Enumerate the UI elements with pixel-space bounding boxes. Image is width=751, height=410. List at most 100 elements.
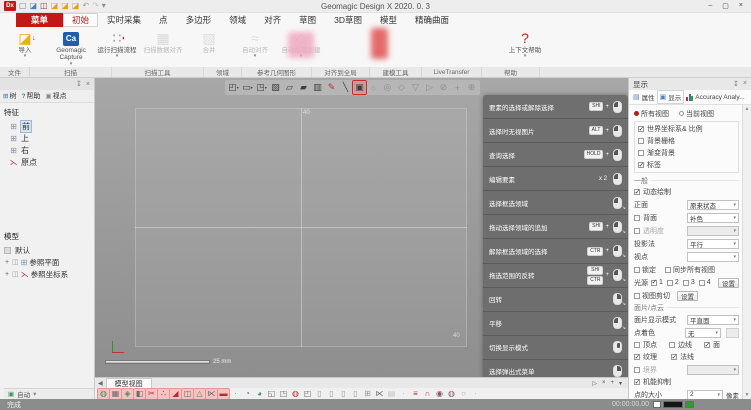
performance-checkbox[interactable]: 机能抑制 xyxy=(634,376,739,388)
tool-icon[interactable]: ▯ xyxy=(338,389,349,399)
menu-tab[interactable]: 草图 xyxy=(290,13,325,27)
viewport-tool-icon[interactable]: ◰ xyxy=(227,81,240,94)
checkbox-row[interactable]: 纹理 xyxy=(634,351,671,363)
pin-icon[interactable]: ↧ xyxy=(733,80,739,88)
quick-access-icon[interactable]: ▾ xyxy=(102,2,106,10)
tool-icon[interactable]: ◢ xyxy=(170,389,181,399)
checkbox-icon[interactable] xyxy=(638,162,644,168)
checkbox-icon[interactable] xyxy=(638,138,644,144)
viewport-tool-icon[interactable]: ▥ xyxy=(311,81,324,94)
dropdown-select[interactable] xyxy=(687,252,739,262)
close-icon[interactable]: × xyxy=(743,80,747,88)
viewport-tool-icon[interactable]: ▱ xyxy=(283,81,296,94)
checkbox-row[interactable]: 法线 xyxy=(671,351,708,363)
model-tree-item[interactable]: + ◫ ⋋ 参照坐标系 xyxy=(4,268,94,280)
minimize-button[interactable]: – xyxy=(708,2,712,10)
tool-icon[interactable]: ◍ xyxy=(98,389,109,399)
dropdown-select[interactable]: 原来状态 xyxy=(687,200,739,210)
dropdown-select[interactable] xyxy=(687,365,739,375)
scroll-down-icon[interactable]: ▼ xyxy=(745,392,750,398)
scroll-left-icon[interactable]: ◀ xyxy=(98,380,103,387)
tool-icon[interactable]: ○ xyxy=(458,389,469,399)
viewport-tool-icon[interactable]: ✎ xyxy=(325,81,338,94)
checkbox-row[interactable]: 标签 xyxy=(638,159,735,171)
visibility-icon[interactable]: ◫ xyxy=(12,258,19,266)
checkbox-row[interactable]: 渐变背景 xyxy=(638,147,735,159)
snap-auto-control[interactable]: ▣ 自动 ▾ xyxy=(4,388,94,399)
menu-tab[interactable]: 模型 xyxy=(371,13,406,27)
viewport-3d[interactable]: 40 40 ◰▭◳▧▱▰▥✎╲▣○◎◇▽▷⊘+⊕ 25 mm 要素的选择或解除选… xyxy=(95,78,628,377)
viewport-tool-icon[interactable]: ▽ xyxy=(409,81,422,94)
tab-accuracy-analyzer[interactable]: Accuracy Analy... xyxy=(684,93,746,102)
left-panel-tab[interactable]: ? 帮助 xyxy=(19,91,42,101)
viewport-tool-icon[interactable]: ▷ xyxy=(423,81,436,94)
menu-tab[interactable]: 多边形 xyxy=(177,13,221,27)
tool-icon[interactable]: ◍ xyxy=(290,389,301,399)
radio-option[interactable]: 当前视图 xyxy=(679,109,714,119)
tool-icon[interactable]: ⋉ xyxy=(374,389,385,399)
close-button[interactable]: × xyxy=(739,2,743,10)
menu-tab[interactable]: 对齐 xyxy=(255,13,290,27)
viewport-tool-icon[interactable]: ▭ xyxy=(241,81,254,94)
tool-icon[interactable]: ◉ xyxy=(434,389,445,399)
dropdown-select[interactable]: 补色 xyxy=(687,213,739,223)
checkbox-icon[interactable] xyxy=(634,367,640,373)
menu-tab[interactable]: 实时采集 xyxy=(98,13,150,27)
dropdown-select[interactable]: 无 xyxy=(685,328,721,338)
viewport-tool-icon[interactable]: ◎ xyxy=(381,81,394,94)
tool-icon[interactable]: ∩ xyxy=(422,389,433,399)
tool-icon[interactable]: · xyxy=(398,389,409,399)
light-checkbox[interactable]: 1 xyxy=(651,279,663,286)
menu-tab[interactable]: 领域 xyxy=(220,13,255,27)
quick-access-icon[interactable]: ↷ xyxy=(92,2,99,10)
ribbon-button[interactable]: Ca Geomagic Capture ▾ xyxy=(48,28,94,67)
checkbox-row[interactable]: 面 xyxy=(704,339,739,351)
tool-icon[interactable]: ◱ xyxy=(266,389,277,399)
dropdown-select[interactable]: 平行 xyxy=(687,239,739,249)
tool-icon[interactable]: ◰ xyxy=(302,389,313,399)
quick-access-icon[interactable]: ◪ xyxy=(30,2,38,10)
dropdown-select[interactable]: 平直面 xyxy=(687,315,739,325)
ribbon-button[interactable]: ≈ 自动对齐 ▾ xyxy=(232,28,278,67)
model-root-item[interactable]: 默认 xyxy=(4,244,94,256)
viewport-tool-icon[interactable]: ◇ xyxy=(395,81,408,94)
dynamic-draw-checkbox[interactable]: 动态绘制 xyxy=(634,186,739,198)
left-panel-tab[interactable]: ▣ 视点 xyxy=(43,91,68,101)
checkbox-icon[interactable] xyxy=(634,215,640,221)
tab-display[interactable]: ▣ 显示 xyxy=(658,91,684,103)
tool-icon[interactable]: · xyxy=(230,389,241,399)
tool-icon[interactable]: ⊞ xyxy=(362,389,373,399)
quick-access-icon[interactable]: ◪ xyxy=(51,2,59,10)
light-checkbox[interactable]: 2 xyxy=(667,279,679,286)
tool-icon[interactable]: ▯ xyxy=(314,389,325,399)
close-icon[interactable]: × xyxy=(86,81,90,88)
quick-access-icon[interactable]: ◪ xyxy=(61,2,69,10)
light-checkbox[interactable]: 4 xyxy=(699,279,711,286)
model-view-tab[interactable]: 模型视图 xyxy=(106,378,152,388)
menu-tab[interactable]: 点 xyxy=(150,13,177,27)
light-checkbox[interactable]: 3 xyxy=(683,279,695,286)
dropdown-select[interactable] xyxy=(687,226,739,236)
overlay-control-icon[interactable]: ▷ xyxy=(592,380,597,387)
ribbon-button[interactable]: ◪↓ 导入 ▾ xyxy=(2,28,48,67)
viewport-tool-icon[interactable]: ▰ xyxy=(297,81,310,94)
ribbon-button[interactable]: ▧ 合并 ▾ xyxy=(186,28,232,67)
checkbox-icon[interactable] xyxy=(638,150,644,156)
viewport-tool-icon[interactable]: ▣ xyxy=(353,81,366,94)
overlay-control-icon[interactable]: + xyxy=(610,380,614,387)
viewport-tool-icon[interactable]: + xyxy=(451,81,464,94)
viewport-tool-icon[interactable]: ⊘ xyxy=(437,81,450,94)
viewport-tool-icon[interactable]: ○ xyxy=(367,81,380,94)
viewport-tool-icon[interactable]: ╲ xyxy=(339,81,352,94)
lock-checkbox[interactable]: 锁定 xyxy=(634,265,656,275)
tool-icon[interactable]: ≡ xyxy=(410,389,421,399)
tool-icon[interactable]: ◈ xyxy=(122,389,133,399)
tool-icon[interactable]: ◳ xyxy=(278,389,289,399)
viewport-tool-icon[interactable]: ▧ xyxy=(269,81,282,94)
tool-icon[interactable]: ▬ xyxy=(218,389,229,399)
tool-icon[interactable]: ✂ xyxy=(146,389,157,399)
checkbox-row[interactable]: 顶点 xyxy=(634,339,669,351)
checkbox-row[interactable]: 世界坐标系& 比例 xyxy=(638,123,735,135)
dropdown-select[interactable]: 2 xyxy=(687,390,723,400)
viewport-tool-icon[interactable]: ◳ xyxy=(255,81,268,94)
